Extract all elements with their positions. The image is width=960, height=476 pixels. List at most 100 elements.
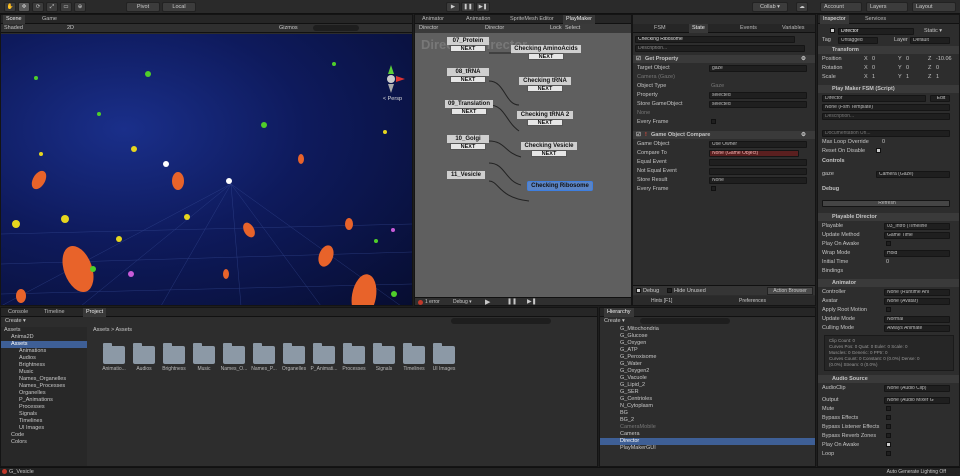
fsm-state-checking-trna-2[interactable]: Checking tRNA 2 NEXT (517, 111, 573, 126)
hierarchy-item[interactable]: G_Centrioles (600, 396, 815, 403)
rot-y[interactable]: 0 (906, 64, 909, 72)
scale-tool-icon[interactable]: ⤢ (46, 2, 58, 12)
fsm-edit-button[interactable]: Edit (930, 94, 950, 102)
scene-orientation-gizmo[interactable] (376, 64, 406, 94)
tab-game[interactable]: Game (39, 15, 60, 24)
pos-x[interactable]: 0 (872, 55, 875, 63)
hierarchy-item[interactable]: G_Oxygen (600, 340, 815, 347)
layout-dropdown[interactable]: Layout (912, 2, 956, 12)
tab-events[interactable]: Events (737, 24, 760, 33)
tree-item[interactable]: Assets (1, 327, 87, 334)
initial-time-value[interactable]: 0 (886, 258, 889, 266)
tree-item[interactable]: Names_Organelles (1, 376, 87, 383)
loop-checkbox[interactable] (886, 451, 891, 456)
tree-item[interactable]: Code (1, 432, 87, 439)
tree-item[interactable]: Timelines (1, 418, 87, 425)
folder-icon[interactable] (313, 343, 335, 364)
play-on-awake-checkbox[interactable] (886, 241, 891, 246)
doc-url-field[interactable]: Documentation Url... (822, 129, 950, 137)
pause-button[interactable]: ❚❚ (461, 2, 475, 12)
bypass-reverb-checkbox[interactable] (886, 433, 891, 438)
fsm-state-checking-aminoacids[interactable]: Checking AminoAcids NEXT (511, 45, 581, 60)
preferences-link[interactable]: Preferences (739, 298, 766, 304)
pivot-toggle[interactable]: Pivot (126, 2, 160, 12)
pos-y[interactable]: 0 (906, 55, 909, 63)
transform-tool-icon[interactable]: ⊕ (74, 2, 86, 12)
fsm-template-field[interactable]: None (Fsm Template) (822, 103, 950, 111)
lock-button[interactable]: Lock (550, 25, 562, 31)
playable-director-header[interactable]: Playable Director (818, 213, 959, 221)
tree-item[interactable]: Names_Processes (1, 383, 87, 390)
update-method-field[interactable]: Game Time (884, 231, 950, 239)
hierarchy-item[interactable]: CameraMobile (600, 424, 815, 431)
scale-z[interactable]: 1 (936, 73, 939, 81)
state-next-event[interactable]: NEXT (531, 150, 567, 157)
tab-timeline[interactable]: Timeline (41, 308, 68, 317)
tab-console[interactable]: Console (5, 308, 31, 317)
tree-item[interactable]: Organelles (1, 390, 87, 397)
tab-spritemesh[interactable]: SpriteMesh Editor (507, 15, 557, 24)
layer-dropdown[interactable]: Default (910, 36, 950, 44)
fsm-state-11-vesicle[interactable]: 11_Vesicle (447, 171, 485, 179)
param-value[interactable]: gaze (709, 64, 807, 72)
fsm-state-07-protein[interactable]: 07_Protein NEXT (447, 37, 489, 52)
tree-item[interactable]: Colors (1, 439, 87, 446)
audio-clip-field[interactable]: None (Audio Clip) (884, 384, 950, 392)
rect-tool-icon[interactable]: ▭ (60, 2, 72, 12)
rot-z[interactable]: 0 (936, 64, 939, 72)
shading-dropdown[interactable]: Shaded (4, 25, 23, 31)
rot-x[interactable]: 0 (872, 64, 875, 72)
wrap-mode-field[interactable]: Hold (884, 249, 950, 257)
state-next-event[interactable]: NEXT (527, 119, 563, 126)
account-dropdown[interactable]: Account (820, 2, 862, 12)
refresh-button[interactable]: Refresh (822, 199, 950, 207)
tab-playmaker[interactable]: PlayMaker (563, 15, 595, 24)
tab-hierarchy[interactable]: Hierarchy (604, 308, 634, 317)
action-header-game-object-compare[interactable]: ☑ ! Game Object Compare ⚙ (633, 131, 815, 139)
tree-item[interactable]: Audios (1, 355, 87, 362)
fsm-owner-dropdown[interactable]: Director (419, 25, 438, 31)
tree-item[interactable]: Animations (1, 348, 87, 355)
debug-step-icon[interactable]: ▶❚ (527, 298, 537, 305)
local-toggle[interactable]: Local (162, 2, 196, 12)
param-value[interactable]: None (709, 176, 807, 184)
audio-output-field[interactable]: None (Audio Mixer G (884, 396, 950, 404)
hand-tool-icon[interactable]: ✋ (4, 2, 16, 12)
status-message[interactable]: G_Vesicle (9, 469, 34, 475)
state-next-event[interactable]: NEXT (528, 53, 564, 60)
param-value[interactable]: selected (709, 100, 807, 108)
param-value[interactable]: selected (709, 91, 807, 99)
hierarchy-item[interactable]: G_Glucose (600, 333, 815, 340)
gear-icon[interactable]: ⚙ (801, 55, 806, 63)
rotate-tool-icon[interactable]: ⟳ (32, 2, 44, 12)
bypass-effects-checkbox[interactable] (886, 415, 891, 420)
tree-item[interactable]: UI Images (1, 425, 87, 432)
tree-item[interactable]: Brightness (1, 362, 87, 369)
hierarchy-item[interactable]: PlayMakerGUI (600, 445, 815, 452)
playable-field[interactable]: 03_Intro (Timeline (884, 222, 950, 230)
state-next-event[interactable]: NEXT (450, 76, 486, 83)
folder-icon[interactable] (253, 343, 275, 364)
tab-services[interactable]: Services (862, 15, 889, 24)
folder-icon[interactable] (163, 343, 185, 364)
avatar-field[interactable]: None (Avatar) (884, 297, 950, 305)
state-next-event[interactable]: NEXT (451, 108, 487, 115)
action-browser-button[interactable]: Action Browser (767, 287, 813, 295)
hierarchy-item[interactable]: G_SER (600, 389, 815, 396)
tree-item[interactable]: P_Animations (1, 397, 87, 404)
gaze-field[interactable]: Camera (Gaze) (876, 170, 950, 178)
tab-animator[interactable]: Animator (419, 15, 447, 24)
scene-viewport[interactable]: < Persp (1, 34, 412, 305)
project-search-input[interactable] (451, 318, 551, 324)
bypass-listener-checkbox[interactable] (886, 424, 891, 429)
project-create-dropdown[interactable]: Create ▾ (5, 318, 26, 324)
fsm-state-08-trna[interactable]: 08_tRNA NEXT (447, 68, 489, 83)
debug-dropdown[interactable]: Debug ▾ (453, 299, 472, 305)
tree-item[interactable]: Anima2D (1, 334, 87, 341)
tab-state[interactable]: State (689, 24, 708, 33)
tree-item[interactable]: Processes (1, 404, 87, 411)
hierarchy-create-dropdown[interactable]: Create ▾ (604, 318, 625, 324)
hierarchy-item[interactable]: G_Peroxisome (600, 354, 815, 361)
folder-icon[interactable] (403, 343, 425, 364)
hints-link[interactable]: Hints [F1] (651, 298, 672, 304)
